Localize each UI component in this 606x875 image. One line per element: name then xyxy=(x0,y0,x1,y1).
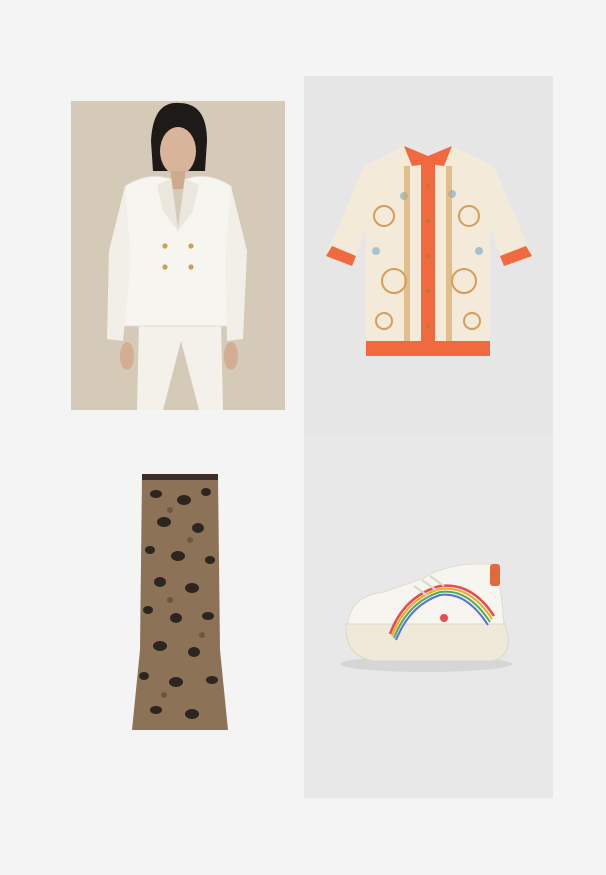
product-image-skirt[interactable] xyxy=(120,470,240,735)
product-image-shirt[interactable] xyxy=(304,76,553,436)
product-image-blazer[interactable] xyxy=(71,101,285,410)
product-image-sneaker[interactable] xyxy=(304,436,553,798)
sneaker-photo xyxy=(304,436,553,798)
blazer-photo xyxy=(71,101,285,410)
skirt-photo xyxy=(132,474,228,730)
shirt-photo xyxy=(304,76,553,436)
